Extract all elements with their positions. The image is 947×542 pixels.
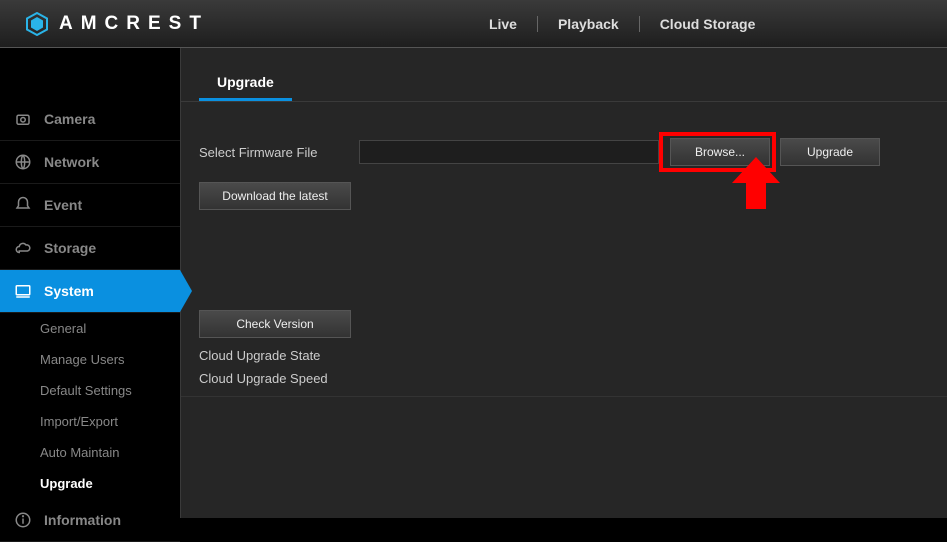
sidebar-item-camera[interactable]: Camera (0, 98, 180, 141)
cloud-upgrade-speed: Cloud Upgrade Speed (199, 371, 929, 386)
download-latest-button[interactable]: Download the latest (199, 182, 351, 210)
content: Upgrade Select Firmware File Browse... U… (180, 48, 947, 518)
logo-icon (25, 12, 49, 36)
sidebar-item-storage[interactable]: Storage (0, 227, 180, 270)
check-version-button[interactable]: Check Version (199, 310, 351, 338)
sidebar-sub-import-export[interactable]: Import/Export (0, 406, 180, 437)
sidebar-label: Information (44, 512, 121, 528)
topbar: AMCREST Live Playback Cloud Storage (0, 0, 947, 48)
sidebar: Camera Network Event Storage System (0, 48, 180, 518)
bell-icon (14, 196, 32, 214)
sidebar-sub-upgrade[interactable]: Upgrade (0, 468, 180, 499)
arrow-annotation-icon (732, 157, 780, 220)
divider (181, 396, 947, 397)
sidebar-label: Camera (44, 111, 95, 127)
firmware-file-input[interactable] (359, 140, 659, 164)
sidebar-label: Network (44, 154, 99, 170)
cloud-icon (14, 239, 32, 257)
topnav-live[interactable]: Live (469, 16, 537, 32)
logo: AMCREST (25, 12, 209, 36)
info-icon (14, 511, 32, 529)
sidebar-label: Storage (44, 240, 96, 256)
sidebar-item-system[interactable]: System (0, 270, 180, 313)
cloud-upgrade-state: Cloud Upgrade State (199, 348, 929, 363)
monitor-icon (14, 282, 32, 300)
globe-icon (14, 153, 32, 171)
sidebar-sub-auto-maintain[interactable]: Auto Maintain (0, 437, 180, 468)
select-firmware-label: Select Firmware File (199, 145, 359, 160)
sidebar-item-network[interactable]: Network (0, 141, 180, 184)
sidebar-sub-default-settings[interactable]: Default Settings (0, 375, 180, 406)
sidebar-sub-manage-users[interactable]: Manage Users (0, 344, 180, 375)
camera-icon (14, 110, 32, 128)
sidebar-label: Event (44, 197, 82, 213)
topnav: Live Playback Cloud Storage (469, 16, 775, 32)
tab-upgrade[interactable]: Upgrade (199, 66, 292, 101)
sidebar-item-information[interactable]: Information (0, 499, 180, 542)
sidebar-item-event[interactable]: Event (0, 184, 180, 227)
upgrade-button[interactable]: Upgrade (780, 138, 880, 166)
topnav-cloud-storage[interactable]: Cloud Storage (640, 16, 776, 32)
sidebar-label: System (44, 283, 94, 299)
brand-text: AMCREST (59, 13, 209, 35)
sidebar-sub-general[interactable]: General (0, 313, 180, 344)
topnav-playback[interactable]: Playback (538, 16, 639, 32)
